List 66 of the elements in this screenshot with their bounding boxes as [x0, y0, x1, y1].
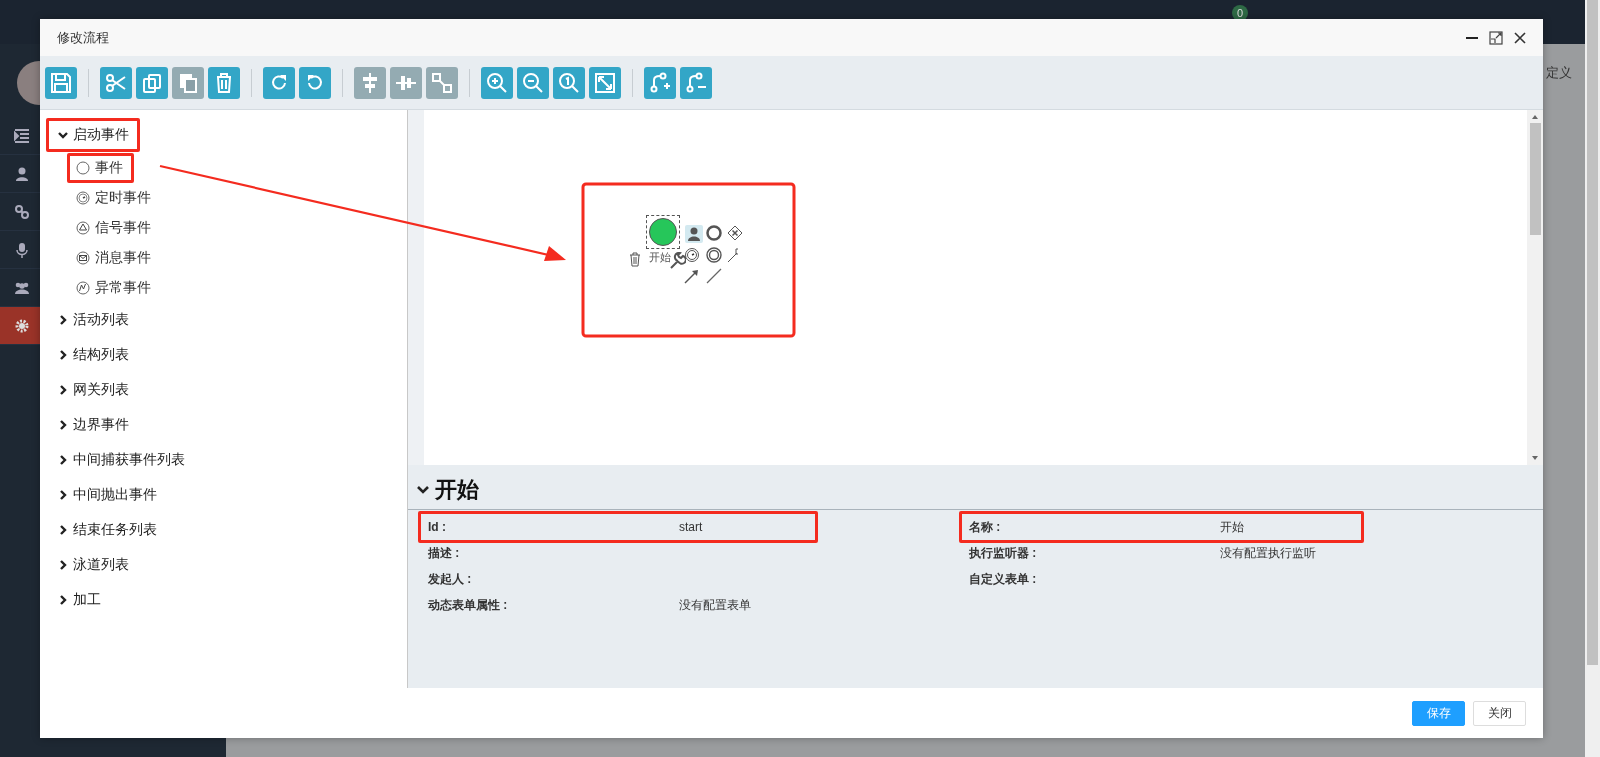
timer-icon[interactable]	[683, 246, 701, 264]
user-icon[interactable]	[14, 165, 30, 182]
palette-category[interactable]: 结构列表	[46, 338, 140, 372]
chevron-right-icon[interactable]	[58, 595, 68, 605]
indent-icon[interactable]	[14, 127, 30, 144]
chevron-right-icon[interactable]	[58, 455, 68, 465]
palette-category[interactable]: 结束任务列表	[46, 513, 168, 547]
palette-category[interactable]: 启动事件	[46, 118, 140, 152]
close-icon[interactable]	[1513, 30, 1527, 45]
field-label: 发起人 :	[427, 570, 473, 588]
field-value: 开始	[1220, 518, 1244, 536]
field-label: 描述 :	[427, 544, 461, 562]
chevron-right-icon[interactable]	[58, 560, 68, 570]
person-icon[interactable]	[685, 225, 703, 243]
palette-category[interactable]: 边界事件	[46, 408, 140, 442]
palette-category[interactable]: 加工	[46, 583, 112, 617]
chevron-right-icon[interactable]	[58, 490, 68, 500]
chevron-right-icon[interactable]	[58, 350, 68, 360]
circle-icon	[76, 161, 90, 175]
link-icon[interactable]	[14, 203, 30, 220]
line-icon[interactable]	[705, 267, 723, 285]
error-event-icon	[76, 281, 90, 295]
field-value: start	[679, 520, 703, 534]
field-label: 自定义表单 :	[968, 570, 1038, 588]
palette-category[interactable]: 网关列表	[46, 373, 140, 407]
field-label: 名称 :	[968, 518, 1002, 536]
field-label: Id :	[427, 520, 447, 534]
section-title: 开始	[435, 476, 479, 504]
envelope-event-icon	[76, 251, 90, 265]
double-circle-icon[interactable]	[705, 246, 723, 264]
chevron-right-icon[interactable]	[58, 525, 68, 535]
close-button[interactable]: 关闭	[1473, 700, 1526, 726]
chevron-right-icon[interactable]	[58, 420, 68, 430]
palette-item[interactable]: 异常事件	[67, 273, 162, 303]
scroll-thumb[interactable]	[1587, 0, 1598, 665]
settings-icon[interactable]	[14, 317, 30, 334]
diamond-icon[interactable]	[726, 224, 744, 242]
chevron-right-icon[interactable]	[58, 315, 68, 325]
palette-category[interactable]: 中间捕获事件列表	[46, 443, 196, 477]
tab-label[interactable]: 定义	[1546, 64, 1572, 82]
palette-category[interactable]: 活动列表	[46, 303, 140, 337]
scrollbar[interactable]	[1585, 0, 1600, 757]
dialog-title: 修改流程	[57, 28, 109, 47]
palette-item[interactable]: 信号事件	[67, 213, 162, 243]
maximize-icon[interactable]	[1489, 30, 1503, 45]
field-value: 没有配置执行监听	[1220, 544, 1316, 562]
chevron-down-icon[interactable]	[417, 484, 429, 496]
field-label: 执行监听器 :	[968, 544, 1038, 562]
node-label: 开始	[649, 250, 671, 265]
palette-item[interactable]: 定时事件	[67, 183, 162, 213]
microphone-icon[interactable]	[14, 241, 30, 258]
palette-item[interactable]: 消息事件	[67, 243, 162, 273]
field-label: 动态表单属性 :	[427, 596, 509, 614]
scroll-up-icon[interactable]	[1531, 114, 1539, 120]
chevron-right-icon[interactable]	[58, 385, 68, 395]
scroll-down-icon[interactable]	[1531, 455, 1539, 461]
field-value: 没有配置表单	[679, 596, 751, 614]
timer-event-icon	[76, 191, 90, 205]
palette-item[interactable]: 事件	[67, 153, 134, 183]
thick-circle-icon[interactable]	[705, 224, 723, 242]
arrow-icon[interactable]	[683, 267, 701, 285]
palette-category[interactable]: 泳道列表	[46, 548, 140, 582]
scroll-thumb[interactable]	[1529, 123, 1541, 235]
chevron-down-icon[interactable]	[58, 130, 68, 140]
palette-category[interactable]: 中间抛出事件	[46, 478, 168, 512]
triangle-event-icon	[76, 221, 90, 235]
